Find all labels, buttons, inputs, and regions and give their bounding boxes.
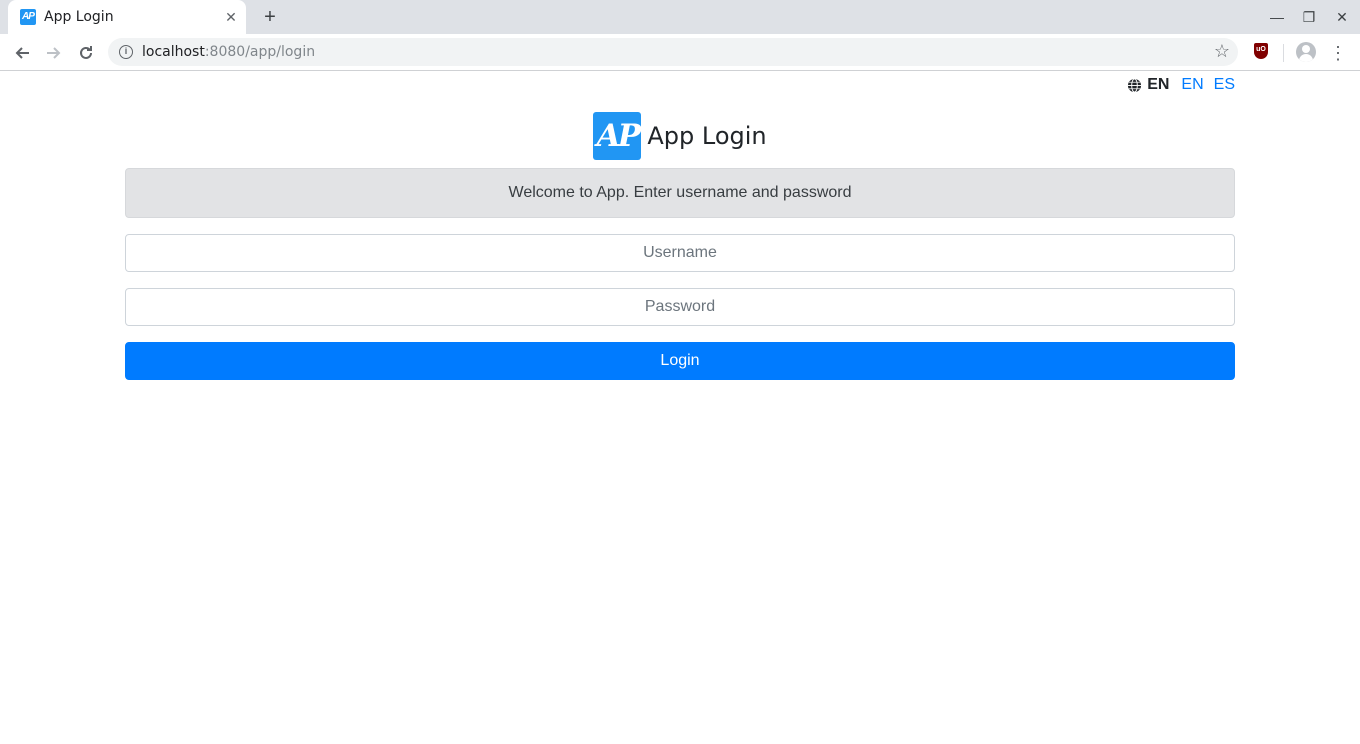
password-input[interactable] [125, 288, 1235, 326]
minimize-window-button[interactable]: — [1266, 7, 1288, 27]
language-link-en[interactable]: EN [1181, 76, 1203, 94]
forward-arrow-icon[interactable] [40, 39, 68, 67]
brand-header: AP App Login [0, 112, 1360, 160]
close-tab-icon[interactable]: ✕ [222, 8, 240, 26]
close-window-button[interactable]: ✕ [1331, 7, 1353, 27]
app-favicon-icon: AP [20, 9, 36, 25]
reload-icon[interactable] [72, 39, 100, 67]
url-host: localhost [142, 44, 205, 60]
profile-avatar-icon[interactable] [1296, 42, 1316, 62]
site-info-icon[interactable]: i [119, 45, 133, 59]
page-title: App Login [647, 122, 767, 150]
welcome-alert: Welcome to App. Enter username and passw… [125, 168, 1235, 218]
browser-tabstrip: AP App Login ✕ + — ❐ ✕ [0, 0, 1360, 34]
username-input[interactable] [125, 234, 1235, 272]
new-tab-button[interactable]: + [258, 6, 282, 30]
language-link-es[interactable]: ES [1214, 76, 1235, 94]
url-text: localhost:8080/app/login [142, 44, 315, 60]
toolbar-divider [1283, 44, 1284, 62]
login-button[interactable]: Login [125, 342, 1235, 380]
browser-toolbar: i localhost:8080/app/login ☆ uO ⋮ [0, 34, 1360, 71]
app-logo: AP [593, 112, 642, 160]
language-selector: EN EN ES [1127, 75, 1235, 95]
globe-icon [1128, 77, 1142, 93]
page-content: EN EN ES AP App Login Welcome to App. En… [0, 72, 1360, 744]
kebab-menu-icon[interactable]: ⋮ [1328, 39, 1348, 67]
address-bar[interactable]: i localhost:8080/app/login ☆ [108, 38, 1238, 66]
browser-tab[interactable]: AP App Login ✕ [8, 0, 246, 34]
tab-title: App Login [44, 9, 114, 25]
ublock-extension-icon[interactable]: uO [1254, 43, 1268, 59]
bookmark-star-icon[interactable]: ☆ [1214, 41, 1230, 62]
back-arrow-icon[interactable] [8, 39, 36, 67]
current-language: EN [1147, 76, 1170, 93]
url-path: :8080/app/login [204, 44, 316, 60]
restore-window-button[interactable]: ❐ [1298, 7, 1320, 27]
